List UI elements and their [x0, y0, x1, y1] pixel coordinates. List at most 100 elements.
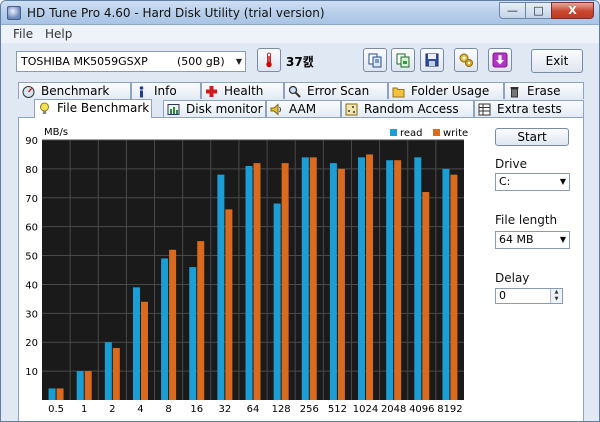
read-bar [414, 157, 422, 400]
folder-icon [392, 87, 405, 98]
menu-help[interactable]: Help [45, 27, 72, 41]
drive-select[interactable]: TOSHIBA MK5059GSXP (500 gB) ▼ [16, 51, 246, 72]
y-tick-label: 20 [25, 338, 38, 349]
drive-letter-select[interactable]: C: ▼ [495, 173, 570, 191]
close-button[interactable]: X [551, 2, 594, 19]
write-bar [112, 348, 120, 400]
update-button[interactable] [488, 48, 512, 72]
tab-label: AAM [289, 102, 317, 116]
read-bar [386, 160, 394, 400]
window-controls: — □ X [499, 2, 594, 19]
spinner-arrows[interactable]: ▲ ▼ [550, 289, 562, 303]
x-tick-label: 256 [300, 404, 319, 415]
options-button[interactable] [454, 48, 478, 72]
x-tick-label: 32 [218, 404, 231, 415]
speaker-icon [270, 103, 281, 116]
read-bar [132, 287, 140, 400]
x-tick-label: 16 [190, 404, 203, 415]
chevron-down-icon: ▼ [559, 177, 566, 186]
legend-read-swatch [390, 129, 397, 136]
x-tick-label: 1024 [353, 404, 378, 415]
x-tick-label: 8192 [437, 404, 462, 415]
x-tick-label: 2 [109, 404, 115, 415]
tab-error-scan[interactable]: Error Scan [284, 82, 388, 99]
read-bar [189, 267, 197, 400]
tab-label: Health [224, 84, 264, 98]
x-tick-label: 8 [165, 404, 171, 415]
tab-extra-tests[interactable]: Extra tests [474, 100, 584, 117]
read-bar [442, 168, 450, 400]
tab-label: Extra tests [497, 102, 562, 116]
tab-aam[interactable]: AAM [266, 100, 341, 117]
file-length-label: File length [495, 213, 558, 227]
write-bar [225, 209, 233, 400]
save-button[interactable] [420, 48, 444, 72]
tab-folder-usage[interactable]: Folder Usage [388, 82, 504, 99]
tab-label: Erase [527, 84, 561, 98]
scatter-grid-icon [345, 103, 358, 116]
monitor-chart-icon [167, 104, 180, 115]
menu-bar: File Help [1, 25, 599, 43]
file-length-value: 64 MB [499, 233, 534, 246]
maximize-button[interactable]: □ [525, 2, 551, 19]
tab-disk-monitor[interactable]: Disk monitor [163, 100, 266, 117]
drive-size: (500 gB) [177, 55, 225, 68]
trash-icon [510, 87, 519, 98]
title-bar[interactable]: HD Tune Pro 4.60 - Hard Disk Utility (tr… [1, 1, 599, 25]
x-tick-label: 4 [137, 404, 143, 415]
table-icon [478, 103, 491, 116]
file-length-select[interactable]: 64 MB ▼ [495, 231, 570, 249]
tab-random-access[interactable]: Random Access [341, 100, 474, 117]
tab-label: Info [154, 84, 177, 98]
write-bar [337, 168, 345, 400]
read-bar [104, 342, 112, 400]
floppy-disk-icon [425, 53, 439, 67]
app-icon [7, 6, 21, 20]
legend-write-label: write [443, 128, 468, 139]
exit-button[interactable]: Exit [531, 49, 583, 73]
read-bar [48, 388, 56, 400]
write-bar [422, 192, 430, 400]
delay-value: 0 [499, 289, 506, 302]
tab-health[interactable]: Health [201, 82, 284, 99]
write-bar [84, 371, 92, 400]
x-tick-label: 128 [272, 404, 291, 415]
y-tick-label: 50 [25, 252, 38, 263]
tab-benchmark[interactable]: Benchmark [18, 82, 131, 99]
y-tick-label: 80 [25, 165, 38, 176]
y-tick-label: 60 [25, 223, 38, 234]
write-bar [394, 160, 402, 400]
start-button[interactable]: Start [495, 128, 569, 146]
toolbar: TOSHIBA MK5059GSXP (500 gB) ▼ 37캜 Exit [1, 43, 599, 79]
copy-screenshot-button[interactable] [391, 48, 415, 72]
minimize-button[interactable]: — [499, 2, 525, 19]
drive-name: TOSHIBA MK5059GSXP [21, 55, 148, 68]
menu-file[interactable]: File [13, 27, 33, 41]
x-tick-label: 1 [81, 404, 87, 415]
write-bar [450, 174, 458, 400]
y-tick-label: 70 [25, 194, 38, 205]
tab-label: Disk monitor [186, 102, 263, 116]
write-bar [140, 301, 148, 400]
delay-spinner[interactable]: 0 ▲ ▼ [495, 288, 563, 304]
copy-text-button[interactable] [363, 48, 387, 72]
read-bar [358, 157, 366, 400]
window-title: HD Tune Pro 4.60 - Hard Disk Utility (tr… [27, 6, 325, 20]
tab-label: Error Scan [307, 84, 370, 98]
tab-label: File Benchmark [57, 101, 150, 115]
tab-info[interactable]: Info [131, 82, 201, 99]
tab-file-benchmark[interactable]: File Benchmark [34, 99, 152, 118]
tab-erase[interactable]: Erase [504, 82, 584, 99]
read-bar [301, 157, 309, 400]
drive-label: Drive [495, 157, 527, 171]
app-window: HD Tune Pro 4.60 - Hard Disk Utility (tr… [0, 0, 600, 422]
write-bar [366, 154, 374, 400]
copy-image-icon [396, 53, 410, 68]
tab-label: Folder Usage [411, 84, 490, 98]
temperature-readout: 37캜 [286, 55, 314, 69]
y-tick-label: 90 [25, 136, 38, 147]
chevron-down-icon: ▼ [235, 57, 242, 66]
temperature-button[interactable] [257, 48, 281, 72]
legend-read-label: read [400, 128, 423, 139]
info-icon [139, 86, 144, 98]
